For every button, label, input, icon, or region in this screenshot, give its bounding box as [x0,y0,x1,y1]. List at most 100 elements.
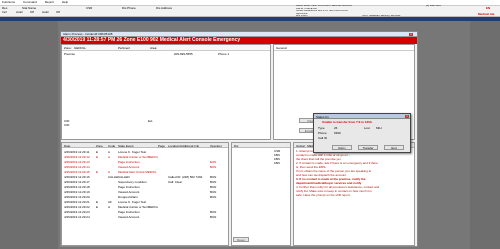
log-col-code[interactable]: Code [108,144,118,148]
log-col-zone[interactable]: Zone [96,144,106,148]
log-cell-time: 4/26/2019 11:29:11 [64,149,90,154]
dialog-title: Status Fu [316,114,329,119]
log-cell-op: EUN [210,159,217,164]
log-cell-code: AF [108,199,112,204]
log-cell-event: Lorene K. Koger Test [118,149,147,154]
log-cell-op: BUN [210,209,217,214]
unit-label: Off [56,10,60,14]
log-cell-event: Supervisory condition [118,179,147,184]
log-cell-time: 4/26/2019 11:29:24 [64,214,90,219]
log-cell-time: 4/26/2019 11:29:17 [64,179,90,184]
zone-label: Zone: [64,46,72,50]
log-cell-time: 4/26/2019 11:29:14 [64,164,90,169]
instruction-line: safe. Have the prompt on the shift repor… [296,193,351,197]
contact-phone-label: Phone 1 [218,52,230,56]
log-cell-event: Viewed Account [118,214,140,219]
log-cell-time: 4/26/2019 11:29:22 [64,204,90,209]
log-cell-time: 4/26/2019 11:29:21 [64,199,90,204]
log-col-event[interactable]: State Event [118,144,136,148]
log-cell-op: BUN [210,164,217,169]
unit-label: Avail [16,10,23,14]
unit-label: Incl [2,10,7,14]
right-panel [470,21,500,249]
log-cell-event: Page Instruction [118,209,140,214]
log-cell-event: Page Instruction [118,159,140,164]
dialog-field-value: 26 [334,126,338,130]
dialog-titlebar[interactable]: Status Fu × [314,114,410,119]
contact-pane: Zone: GEDOLL Pertinent Area: Premise 209… [61,44,271,140]
log-cell-zone: E [96,204,99,209]
close-icon[interactable]: × [409,32,413,36]
log-cell-code: A [108,204,111,209]
log-cell-info: Called ID: (248) 502 7292 [168,174,203,179]
status-dialog: Status Fu × Unable to transfer from 7:9 … [313,113,411,153]
dispatch-list-header: Dis [232,143,290,148]
log-cell-code: CALLED [108,174,118,179]
log-cell-time: 4/26/2019 11:29:20 [64,194,90,199]
dialog-field-label: Lost [364,126,370,130]
zone-value: GEDOLL [74,46,87,50]
log-cell-event: Lorene K. Koger Test [118,199,147,204]
end-button[interactable]: End [384,145,404,150]
log-cell-event: Dropped Alarm [118,194,139,199]
log-cell-info: Call: Clear [168,179,183,184]
log-rows: 4/26/2019 11:29:11 E A Lorene K. Koger Test… [62,149,228,245]
header-bar: Res Stat Name CSR Dis Phone Dis Address … [0,5,500,17]
log-cell-op: BUN [210,179,217,184]
window-title: Alarm Process - Incident# 0004/5108 [63,32,113,36]
log-cell-op: BUN [210,214,217,219]
retry-button[interactable]: Retry [332,145,352,150]
close-icon[interactable]: × [405,114,409,118]
contact-row[interactable]: Premise 209-999-5555 Phone 1 [62,52,270,57]
log-row[interactable]: 4/26/2019 11:29:24 Viewed Account BUN [62,214,228,219]
dialog-field-label: Phone [318,131,327,135]
log-cell-event: Medical Carrier w Ten/MEDCL [118,154,158,159]
instructions-pane: Global : MEDICAL 1. Attempt to contact t… [293,142,415,246]
account-info: ABCD MAIN TEST ACCOUNT BRUCE WILSON 999 … [296,5,476,17]
event-log: Date Zone Code State Event Page Location… [61,142,229,246]
menu-report[interactable]: Report [45,0,54,5]
menu-functions[interactable]: Functions [2,0,15,5]
dispatch-item[interactable]: 1BN [274,161,286,165]
log-cell-zone: E [96,169,99,174]
menu-help[interactable]: Help [62,0,68,5]
log-cell-op: BUN [210,184,217,189]
ext-label: Ext. [148,119,154,123]
transfer-button[interactable]: Transfer [358,145,378,150]
contact-name: Premise [64,52,76,56]
log-col-info[interactable]: Location/Additional Info [168,144,208,148]
dispatch-col-label: Dis [234,143,239,148]
log-col-date[interactable]: Date [64,144,78,148]
log-cell-event: Medical Alert Circuit MEDICL [118,169,157,174]
log-cell-code: A [108,154,111,159]
reset-button[interactable]: Reset [233,237,249,242]
dialog-field-value: 0399 [334,131,341,135]
log-cell-op: BUN [210,189,217,194]
log-header: Date Zone Code State Event Page Location… [62,143,228,148]
log-col-operator[interactable]: Operator [210,144,222,148]
log-cell-time: 4/26/2019 11:29:23 [64,209,90,214]
left-panel [0,21,58,249]
dialog-field-label: Call ID [318,136,328,140]
log-cell-event: Viewed Account [118,189,140,194]
log-cell-time: 4/26/2019 11:29:19 [64,189,90,194]
log-cell-time: 4/26/2019 11:29:13 [64,159,90,164]
log-cell-event: Medical Carrier w Ten/MEDCL [118,204,158,209]
log-cell-event: Page Instruction [118,184,140,189]
alarm-banner: 4/30/2019 11:28:57 PM 26 Zone E100 902 M… [61,37,417,44]
log-cell-op: BUN [210,174,217,179]
dialog-field-label: Type [318,126,325,130]
log-cell-zone: E [96,149,99,154]
log-cell-time: 4/26/2019 11:29:12 [64,154,90,159]
menu-command[interactable]: Command [23,0,37,5]
log-cell-code: A [108,149,111,154]
dialog-field-value: MIH [376,126,382,130]
contact-phone: 209-999-5555 [174,52,193,56]
log-cell-op: BUN [210,194,217,199]
zone-row: Zone: GEDOLL Pertinent Area: [62,45,270,51]
log-cell-time: 4/26/2019 11:29:18 [64,184,90,189]
log-col-page[interactable]: Page [158,144,166,148]
header-col-dis-phone: Dis Phone [122,6,136,10]
account-phone: (4) 999-5335 [426,5,441,7]
header-col-dis-address: Dis Address [156,6,173,10]
